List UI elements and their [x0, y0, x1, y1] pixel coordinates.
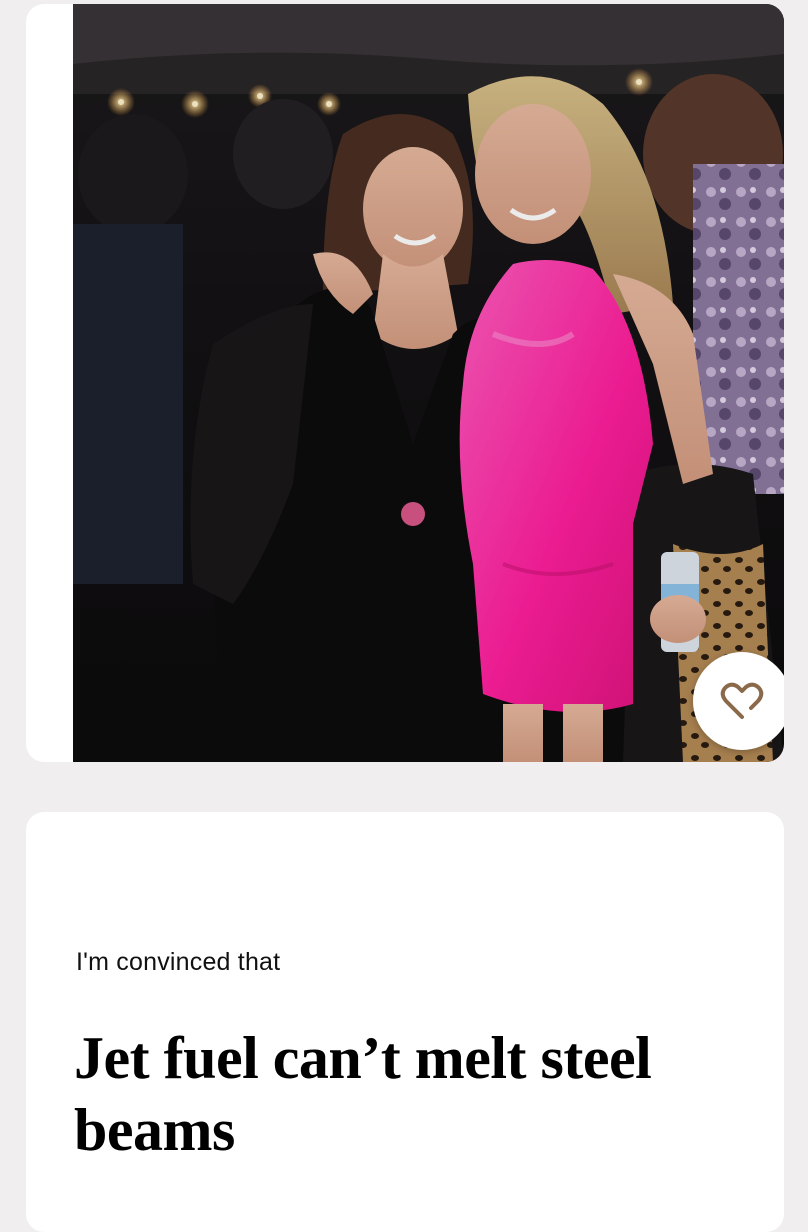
prompt-card: I'm convinced that Jet fuel can’t melt s… [26, 812, 784, 1232]
prompt-answer: Jet fuel can’t melt steel beams [74, 1025, 652, 1163]
profile-photo[interactable] [73, 4, 784, 762]
like-button[interactable] [693, 652, 784, 750]
prompt-label: I'm convinced that [76, 948, 281, 976]
photo-card [26, 4, 784, 762]
photo-illustration [73, 4, 784, 762]
heart-icon [720, 682, 764, 719]
